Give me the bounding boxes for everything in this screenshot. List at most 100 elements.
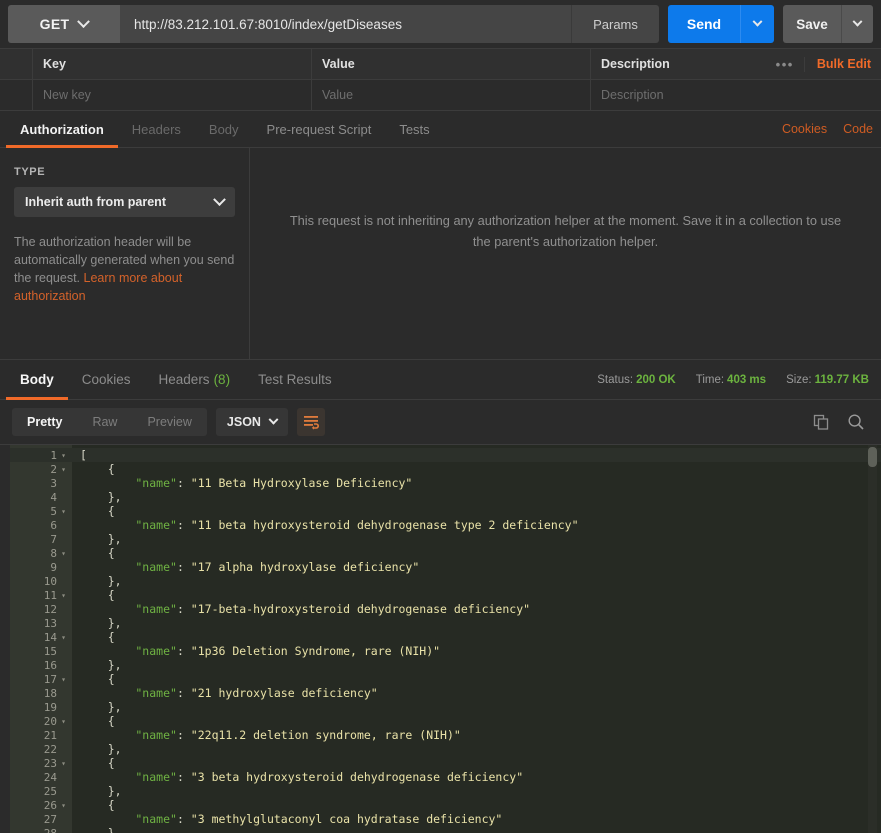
params-row-checkbox[interactable]: [0, 80, 33, 110]
json-punctuation: },: [80, 532, 122, 546]
line-number: 9: [50, 560, 57, 574]
save-button[interactable]: Save: [783, 5, 841, 43]
code-line: "name": "1p36 Deletion Syndrome, rare (N…: [72, 644, 881, 658]
json-key: "name": [80, 476, 177, 490]
line-number: 16: [43, 658, 57, 672]
code-scrollbar-track[interactable]: [868, 445, 877, 833]
search-response-button[interactable]: [843, 409, 869, 435]
json-key: "name": [80, 518, 177, 532]
params-key-input[interactable]: New key: [33, 80, 312, 110]
auth-type-selected-value: Inherit auth from parent: [25, 195, 166, 209]
response-tab-headers[interactable]: Headers (8): [145, 360, 245, 399]
json-punctuation: {: [80, 756, 115, 770]
line-number: 3: [50, 476, 57, 490]
line-number: 1 ▾: [10, 448, 72, 462]
chevron-down-icon: [77, 14, 91, 28]
fold-toggle-icon[interactable]: ▾: [60, 759, 67, 768]
json-separator: :: [176, 770, 191, 784]
fold-toggle-icon[interactable]: ▾: [60, 801, 67, 810]
tab-pre-request-script[interactable]: Pre-request Script: [253, 111, 386, 147]
code-line: {: [72, 798, 881, 812]
json-string-value: "21 hydroxylase deficiency": [190, 686, 378, 700]
params-header-row: Key Value Description ••• Bulk Edit: [0, 49, 881, 80]
code-line: },: [72, 742, 881, 756]
code-scrollbar-thumb[interactable]: [868, 447, 877, 467]
fold-toggle-icon[interactable]: ▾: [60, 507, 67, 516]
json-punctuation: },: [80, 826, 122, 833]
json-code-content[interactable]: [ { "name": "11 Beta Hydroxylase Deficie…: [72, 445, 881, 833]
chevron-down-icon: [268, 414, 279, 425]
json-punctuation: {: [80, 714, 115, 728]
http-method-dropdown[interactable]: GET: [8, 5, 120, 43]
tab-body[interactable]: Body: [195, 111, 253, 147]
send-button-label: Send: [686, 16, 722, 32]
response-tabs-spacer: [346, 360, 598, 399]
response-format-dropdown[interactable]: JSON: [215, 408, 288, 436]
cookies-link[interactable]: Cookies: [774, 111, 835, 147]
fold-toggle-icon[interactable]: ▾: [60, 451, 67, 460]
code-line: "name": "17-beta-hydroxysteroid dehydrog…: [72, 602, 881, 616]
json-string-value: "22q11.2 deletion syndrome, rare (NIH)": [190, 728, 461, 742]
code-line: {: [72, 504, 881, 518]
url-input[interactable]: [120, 5, 571, 43]
tab-body-label: Body: [208, 121, 239, 137]
query-params-table: Key Value Description ••• Bulk Edit New …: [0, 48, 881, 111]
fold-toggle-icon[interactable]: ▾: [60, 717, 67, 726]
line-number: 18: [43, 686, 57, 700]
fold-toggle-icon[interactable]: ▾: [60, 591, 67, 600]
params-header-key: Key: [33, 49, 312, 79]
json-separator: :: [176, 476, 191, 490]
tab-tests[interactable]: Tests: [385, 111, 443, 147]
json-punctuation: },: [80, 616, 122, 630]
bulk-edit-link[interactable]: Bulk Edit: [817, 57, 871, 71]
fold-toggle-icon[interactable]: ▾: [60, 465, 67, 474]
fold-toggle-icon[interactable]: ▾: [60, 633, 67, 642]
response-format-value: JSON: [226, 415, 261, 429]
json-separator: :: [176, 644, 191, 658]
line-number: 26 ▾: [43, 798, 67, 812]
tab-authorization[interactable]: Authorization: [6, 111, 118, 148]
params-value-input[interactable]: Value: [312, 80, 591, 110]
view-mode-preview[interactable]: Preview: [132, 408, 206, 436]
send-button[interactable]: Send: [668, 5, 740, 43]
code-line: "name": "11 Beta Hydroxylase Deficiency": [72, 476, 881, 490]
params-button[interactable]: Params: [571, 5, 659, 43]
line-number: 14 ▾: [43, 630, 67, 644]
send-options-button[interactable]: [740, 5, 774, 43]
line-number: 6: [50, 518, 57, 532]
response-tab-body[interactable]: Body: [6, 360, 68, 400]
word-wrap-toggle[interactable]: [296, 408, 325, 436]
auth-type-label: TYPE: [14, 166, 46, 178]
copy-response-button[interactable]: [808, 409, 834, 435]
response-body-viewer[interactable]: 1 ▾ 2 ▾ 3 4 5 ▾ 6 7 8 ▾ 9 10 11 ▾ 12 13 14 ▾ 15 16 17 ▾ 18 19 20 ▾ 2…: [0, 444, 881, 833]
size-group: Size: 119.77 KB: [786, 374, 869, 386]
response-tab-cookies[interactable]: Cookies: [68, 360, 145, 399]
view-mode-pretty[interactable]: Pretty: [12, 408, 77, 436]
save-options-button[interactable]: [841, 5, 873, 43]
params-description-input[interactable]: Description: [591, 80, 881, 110]
response-tab-test-results[interactable]: Test Results: [244, 360, 346, 399]
line-number: 25: [43, 784, 57, 798]
fold-toggle-icon[interactable]: ▾: [60, 675, 67, 684]
params-more-options-icon[interactable]: •••: [776, 56, 805, 72]
code-line: },: [72, 658, 881, 672]
view-mode-raw[interactable]: Raw: [77, 408, 132, 436]
time-value: 403 ms: [727, 373, 767, 386]
json-separator: :: [176, 686, 191, 700]
code-line: "name": "3 beta hydroxysteroid dehydroge…: [72, 770, 881, 784]
json-string-value: "17-beta-hydroxysteroid dehydrogenase de…: [190, 602, 531, 616]
code-line: {: [72, 462, 881, 476]
json-separator: :: [176, 728, 191, 742]
code-link[interactable]: Code: [835, 111, 881, 147]
fold-toggle-icon[interactable]: ▾: [60, 549, 67, 558]
line-number: 12: [43, 602, 57, 616]
auth-type-dropdown[interactable]: Inherit auth from parent: [14, 187, 235, 217]
request-url-bar: GET Params Send Save: [0, 0, 881, 48]
line-number: 17 ▾: [43, 672, 67, 686]
tab-headers[interactable]: Headers: [118, 111, 195, 147]
time-label: Time:: [695, 373, 725, 386]
line-number: 8 ▾: [50, 546, 67, 560]
params-new-row[interactable]: New key Value Description: [0, 80, 881, 111]
chevron-down-icon: [852, 16, 863, 27]
json-punctuation: },: [80, 658, 122, 672]
